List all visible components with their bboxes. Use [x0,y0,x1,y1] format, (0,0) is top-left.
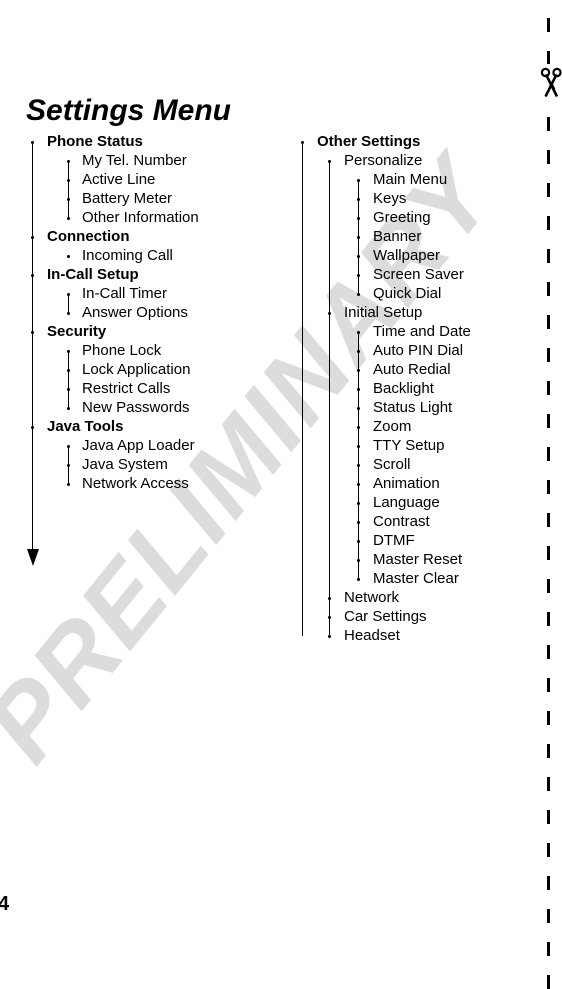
tree-item: Headset [298,627,548,646]
tree-item-label: Headset [344,627,400,644]
tree-item-label: Network Access [82,475,189,492]
tree-flow-spine [302,142,303,636]
tree-item-label: My Tel. Number [82,152,187,169]
tree-item-label: Animation [373,475,440,492]
tree-item-label: Backlight [373,380,434,397]
tree-item: Scroll [298,456,548,475]
tree-item-label: Keys [373,190,407,207]
tree-item: Other Settings [298,133,548,152]
tree-item-label: Active Line [82,171,156,188]
tree-item-label: Scroll [373,456,411,473]
tree-item: Security [28,323,298,342]
tree-item-label: Network [344,589,400,606]
page-number: 4 [0,893,10,915]
scissors-icon [536,64,562,98]
tree-item-label: Java System [82,456,168,473]
tree-item-label: Java Tools [47,418,124,435]
tree-connector-line [68,351,69,408]
tree-item: Java Tools [28,418,298,437]
tree-item: Zoom [298,418,548,437]
tree-item-label: Language [373,494,440,511]
tree-item-label: Main Menu [373,171,448,188]
tree-item-label: Master Reset [373,551,463,568]
tree-item-label: Connection [47,228,130,245]
tree-connector-line [358,180,359,294]
tree-item: Screen Saver [298,266,548,285]
tree-item-label: Answer Options [82,304,188,321]
tree-connector-line [329,161,330,636]
tree-item-label: Phone Status [47,133,143,150]
tree-item-label: Lock Application [82,361,191,378]
tree-item-label: Master Clear [373,570,459,587]
tree-item: Connection [28,228,298,247]
tree-item-label: Zoom [373,418,412,435]
tree-item-label: Greeting [373,209,431,226]
tree-item: Car Settings [298,608,548,627]
settings-tree-left: Phone Status My Tel. Number Active Line Bat… [27,133,298,566]
tree-item-label: Initial Setup [344,304,423,321]
cut-line [547,0,550,989]
tree-item-label: Incoming Call [82,247,173,264]
tree-item-label: Time and Date [373,323,471,340]
tree-item: Status Light [298,399,548,418]
tree-item: Animation [298,475,548,494]
tree-item-label: Other Information [82,209,199,226]
tree-connector-line [358,332,359,579]
tree-item: Main Menu [298,171,548,190]
tree-item-label: Quick Dial [373,285,442,302]
tree-item: Banner [298,228,548,247]
tree-connector-line [68,161,69,218]
tree-item-label: TTY Setup [373,437,445,454]
tree-item-label: Auto PIN Dial [373,342,464,359]
tree-item: Initial Setup [298,304,548,323]
tree-item-label: Car Settings [344,608,427,625]
tree-item: Greeting [298,209,548,228]
tree-item-label: Battery Meter [82,190,173,207]
tree-item: Incoming Call [28,247,298,266]
tree-item-label: New Passwords [82,399,190,416]
tree-item-label: In-Call Setup [47,266,139,283]
bullet-icon [67,255,70,258]
tree-item-label: Status Light [373,399,453,416]
tree-item-label: Screen Saver [373,266,464,283]
tree-item: Time and Date [298,323,548,342]
settings-tree-right: Other Settings Personalize Main Menu Keys Gr… [298,133,548,646]
tree-item: TTY Setup [298,437,548,456]
tree-item: Phone Status [28,133,298,152]
tree-item: Wallpaper [298,247,548,266]
tree-item-label: Wallpaper [373,247,440,264]
tree-item: Backlight [298,380,548,399]
tree-item-label: Phone Lock [82,342,162,359]
flow-arrow-icon [27,549,39,566]
tree-flow-spine [32,142,33,551]
tree-item: Auto Redial [298,361,548,380]
tree-item: Keys [298,190,548,209]
tree-item-label: Java App Loader [82,437,195,454]
tree-item: Contrast [298,513,548,532]
tree-item: Master Reset [298,551,548,570]
tree-item: DTMF [298,532,548,551]
tree-item-label: DTMF [373,532,415,549]
tree-item-label: In-Call Timer [82,285,168,302]
tree-item: Network [298,589,548,608]
tree-item-label: Banner [373,228,422,245]
tree-item-label: Contrast [373,513,430,530]
tree-item-label: Restrict Calls [82,380,171,397]
tree-item: In-Call Setup [28,266,298,285]
tree-item-label: Security [47,323,107,340]
tree-item: Personalize [298,152,548,171]
tree-item: Auto PIN Dial [298,342,548,361]
page-title: Settings Menu [26,94,232,128]
tree-item-label: Auto Redial [373,361,451,378]
tree-connector-line [68,294,69,313]
tree-connector-line [68,446,69,484]
tree-item: Language [298,494,548,513]
tree-item: Quick Dial [298,285,548,304]
tree-item-label: Other Settings [317,133,421,150]
tree-item-label: Personalize [344,152,423,169]
tree-item: Master Clear [298,570,548,589]
